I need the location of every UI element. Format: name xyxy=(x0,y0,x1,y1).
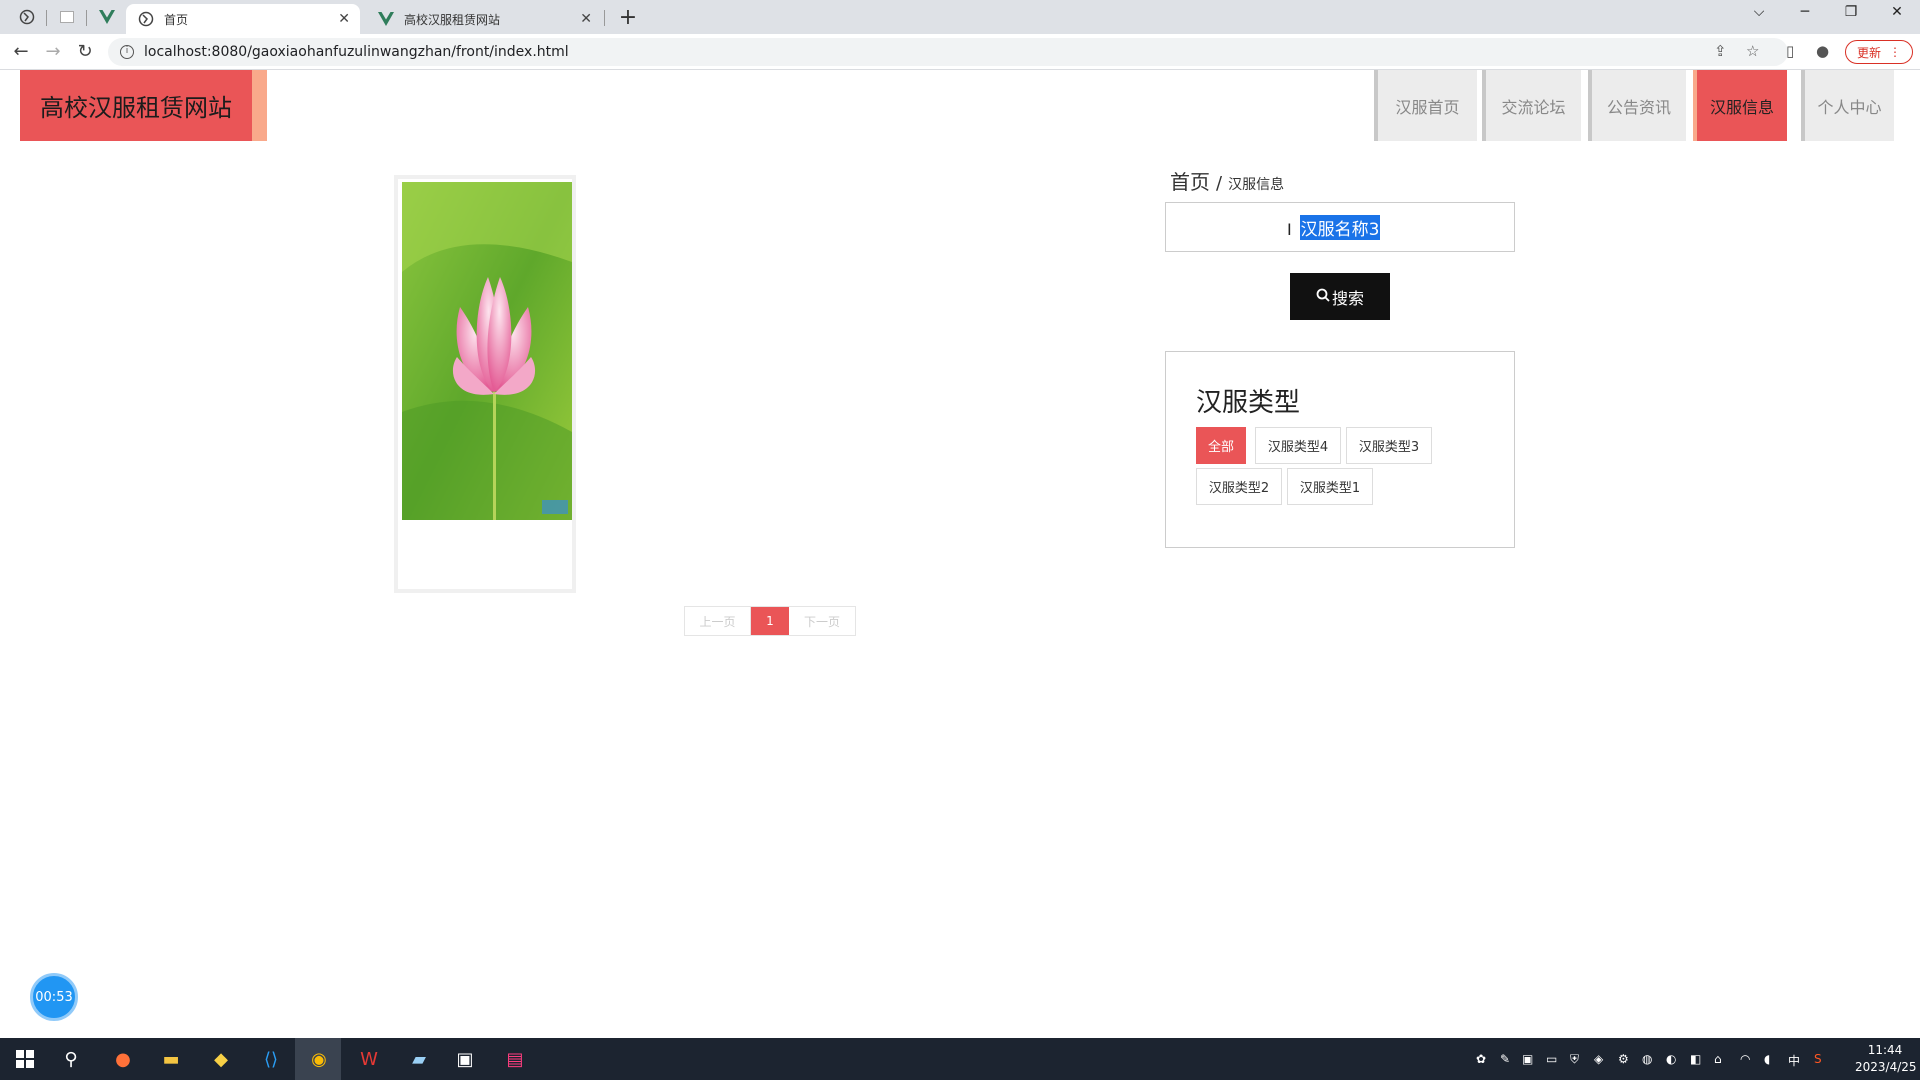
hanfu-type-panel: 汉服类型 全部 汉服类型4 汉服类型3 汉服类型2 汉服类型1 xyxy=(1165,351,1515,548)
tab-search-icon[interactable]: ⌵ xyxy=(1744,4,1774,20)
system-clock[interactable]: 11:44 2023/4/25 xyxy=(1855,1042,1917,1076)
site-page: 高校汉服租赁网站 汉服首页 交流论坛 公告资讯 汉服信息 个人中心 上一页 1 … xyxy=(0,70,1920,1038)
type-panel-title: 汉服类型 xyxy=(1196,388,1301,418)
share-icon[interactable]: ⇪ xyxy=(1714,42,1727,60)
breadcrumb-current: 汉服信息 xyxy=(1228,177,1285,193)
back-icon[interactable]: ← xyxy=(10,41,32,63)
windows-start-icon[interactable] xyxy=(12,1047,38,1071)
vue-icon xyxy=(378,11,394,27)
forward-icon[interactable]: → xyxy=(42,41,64,63)
tray-shield-icon[interactable]: ⛨ xyxy=(1570,1052,1579,1067)
nav-forum[interactable]: 交流论坛 xyxy=(1482,70,1581,141)
url-field[interactable]: i localhost:8080/gaoxiaohanfuzulinwangzh… xyxy=(108,38,1788,66)
tray-red-app-icon[interactable]: ◈ xyxy=(1594,1052,1603,1066)
close-icon[interactable]: ✕ xyxy=(580,11,592,27)
nav-news[interactable]: 公告资讯 xyxy=(1588,70,1686,141)
pinned-tab-vue-icon[interactable] xyxy=(96,6,118,28)
tray-ide-icon[interactable]: ▣ xyxy=(1522,1052,1533,1066)
tab-site[interactable]: 高校汉服租赁网站 ✕ xyxy=(366,4,602,34)
text-cursor-icon: I xyxy=(1287,220,1292,239)
type-2-button[interactable]: 汉服类型2 xyxy=(1196,468,1282,505)
address-bar: ← → ↻ i localhost:8080/gaoxiaohanfuzulin… xyxy=(0,34,1920,70)
volume-icon[interactable]: ◖ xyxy=(1764,1052,1770,1066)
close-icon[interactable]: ✕ xyxy=(338,11,350,27)
update-button[interactable]: 更新 ⋮ xyxy=(1845,40,1913,64)
tab-title: 高校汉服租赁网站 xyxy=(404,12,501,27)
type-4-button[interactable]: 汉服类型4 xyxy=(1255,427,1341,464)
page-1-button[interactable]: 1 xyxy=(751,607,789,635)
product-card[interactable] xyxy=(394,175,576,593)
usb-icon[interactable]: ⌂ xyxy=(1714,1052,1722,1066)
breadcrumb-home[interactable]: 首页 xyxy=(1170,166,1210,195)
search-input[interactable]: 汉服名称3 xyxy=(1165,202,1515,252)
new-tab-button[interactable]: + xyxy=(616,5,640,30)
ime-indicator[interactable]: 中 xyxy=(1788,1052,1800,1069)
tray-settings-icon[interactable]: ⚙ xyxy=(1618,1052,1629,1066)
clock-time: 11:44 xyxy=(1867,1043,1903,1057)
bookmark-star-icon[interactable]: ☆ xyxy=(1746,42,1759,60)
url-text: localhost:8080/gaoxiaohanfuzulinwangzhan… xyxy=(144,44,569,60)
type-1-button[interactable]: 汉服类型1 xyxy=(1287,468,1373,505)
prev-page-button[interactable]: 上一页 xyxy=(685,607,751,635)
search-button[interactable]: 搜索 xyxy=(1290,273,1390,320)
next-page-button[interactable]: 下一页 xyxy=(789,607,855,635)
search-icon[interactable]: ⚲ xyxy=(58,1047,84,1071)
update-label: 更新 xyxy=(1856,45,1881,60)
vscode-icon[interactable]: ⟨⟩ xyxy=(258,1047,284,1071)
minimize-button[interactable]: ─ xyxy=(1790,4,1820,20)
type-3-button[interactable]: 汉服类型3 xyxy=(1346,427,1432,464)
tray-orange-icon[interactable]: ◧ xyxy=(1690,1052,1701,1066)
file-explorer-icon[interactable]: ▬ xyxy=(158,1047,184,1071)
more-menu-icon: ⋮ xyxy=(1889,45,1901,59)
sogou-icon[interactable]: S xyxy=(1814,1052,1822,1066)
notes-app-icon[interactable]: ▰ xyxy=(406,1047,432,1071)
nav-hanfu-home[interactable]: 汉服首页 xyxy=(1374,70,1477,141)
firefox-icon[interactable]: ● xyxy=(110,1047,136,1071)
browser-tab-strip: 首页 ✕ 高校汉服租赁网站 ✕ + ⌵ ─ ❐ ✕ xyxy=(0,0,1920,34)
wps-icon[interactable]: W xyxy=(356,1047,382,1071)
tray-tool-icon[interactable]: ✎ xyxy=(1500,1052,1510,1066)
taskbar: ⚲ ● ▬ ◆ ⟨⟩ ◉ W ▰ ▣ ▤ ✿ ✎ ▣ ▭ ⛨ ◈ ⚙ ◍ ◐ ◧… xyxy=(0,1038,1920,1080)
info-icon[interactable]: i xyxy=(120,45,134,59)
side-panel-icon[interactable]: ▯ xyxy=(1786,42,1794,60)
pinned-tab-globe-icon[interactable] xyxy=(16,6,38,28)
tab-title: 首页 xyxy=(164,12,189,27)
tab-home[interactable]: 首页 ✕ xyxy=(126,4,360,34)
pinned-tab-blank-icon[interactable] xyxy=(56,6,78,28)
nav-hanfu-info[interactable]: 汉服信息 xyxy=(1693,70,1787,141)
product-image-lotus[interactable] xyxy=(402,182,572,520)
nav-user-center[interactable]: 个人中心 xyxy=(1801,70,1894,141)
intellij-icon[interactable]: ▤ xyxy=(502,1047,528,1071)
logo-accent-strip xyxy=(252,70,267,141)
breadcrumb: 首页 / 汉服信息 xyxy=(1170,166,1284,195)
pagination: 上一页 1 下一页 xyxy=(684,606,856,636)
close-window-button[interactable]: ✕ xyxy=(1882,4,1912,20)
search-button-label: 搜索 xyxy=(1331,288,1364,308)
reload-icon[interactable]: ↻ xyxy=(74,41,96,63)
restore-button[interactable]: ❐ xyxy=(1836,4,1866,20)
tray-app-icon[interactable]: ✿ xyxy=(1476,1052,1486,1066)
qq-icon[interactable]: ◐ xyxy=(1666,1052,1676,1066)
breadcrumb-separator: / xyxy=(1216,173,1223,194)
globe-icon xyxy=(138,11,154,27)
wifi-icon[interactable]: ◠ xyxy=(1740,1052,1750,1066)
profile-icon[interactable]: ● xyxy=(1816,42,1829,60)
clock-date: 2023/4/25 xyxy=(1855,1060,1917,1074)
app-yellow-icon[interactable]: ◆ xyxy=(208,1047,234,1071)
wechat-icon[interactable]: ◍ xyxy=(1642,1052,1652,1066)
search-input-value: 汉服名称3 xyxy=(1299,214,1381,240)
tray-folder-icon[interactable]: ▭ xyxy=(1546,1052,1557,1066)
search-icon xyxy=(1316,287,1330,306)
type-all-button[interactable]: 全部 xyxy=(1196,427,1246,464)
terminal-icon[interactable]: ▣ xyxy=(452,1047,478,1071)
recording-timer[interactable]: 00:53 xyxy=(30,973,78,1021)
site-logo[interactable]: 高校汉服租赁网站 xyxy=(20,70,252,141)
chrome-icon[interactable]: ◉ xyxy=(306,1047,332,1071)
